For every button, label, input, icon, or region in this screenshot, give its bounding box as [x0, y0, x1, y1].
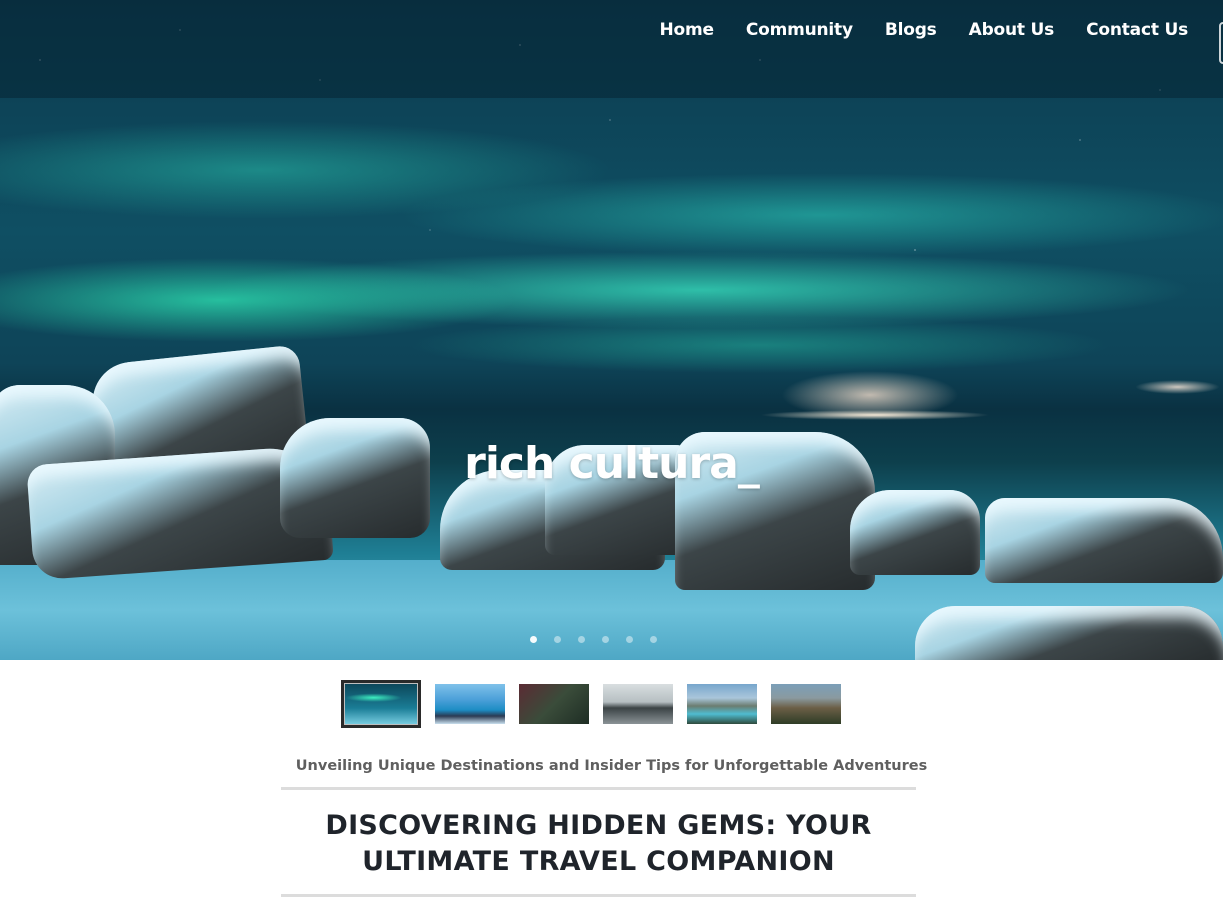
- nav-blogs[interactable]: Blogs: [885, 20, 937, 40]
- nav-contact-us[interactable]: Contact Us: [1086, 20, 1188, 40]
- snowy-rock: [850, 490, 980, 575]
- hero-caption: rich cultura_: [464, 438, 760, 489]
- black-sand-beach-thumbnail[interactable]: [603, 684, 673, 724]
- main-nav: Home Community Blogs About Us Contact Us: [659, 20, 1188, 40]
- headline-line-2: ULTIMATE TRAVEL COMPANION: [362, 846, 835, 877]
- divider-top: [281, 787, 916, 790]
- carousel-dot-4[interactable]: [602, 636, 609, 643]
- aurora-thumbnail[interactable]: [341, 680, 421, 728]
- menu-toggle-button[interactable]: [1219, 22, 1223, 64]
- carousel-dot-6[interactable]: [650, 636, 657, 643]
- hero-carousel: Home Community Blogs About Us Contact Us…: [0, 0, 1223, 660]
- mountain-lake-thumbnail[interactable]: [687, 684, 757, 724]
- horizon-glow: [760, 410, 990, 420]
- forest-thumbnail[interactable]: [519, 684, 589, 724]
- carousel-thumbnails: [341, 680, 841, 728]
- snowy-rock: [915, 606, 1223, 660]
- header-band: [0, 0, 1223, 98]
- page-headline: DISCOVERING HIDDEN GEMS: YOUR ULTIMATE T…: [281, 808, 916, 880]
- nav-community[interactable]: Community: [746, 20, 853, 40]
- tagline: Unveiling Unique Destinations and Inside…: [295, 758, 928, 774]
- headline-line-1: DISCOVERING HIDDEN GEMS: YOUR: [325, 810, 872, 841]
- nav-home[interactable]: Home: [659, 20, 714, 40]
- tropical-pool-thumbnail[interactable]: [435, 684, 505, 724]
- snowy-rock: [985, 498, 1223, 583]
- nav-about-us[interactable]: About Us: [969, 20, 1055, 40]
- carousel-dot-3[interactable]: [578, 636, 585, 643]
- mountain-valley-thumbnail[interactable]: [771, 684, 841, 724]
- carousel-dot-2[interactable]: [554, 636, 561, 643]
- carousel-dot-5[interactable]: [626, 636, 633, 643]
- divider-bottom: [281, 894, 916, 897]
- carousel-dot-1[interactable]: [530, 636, 537, 643]
- carousel-indicators: [530, 636, 657, 643]
- distant-lights: [1135, 380, 1220, 394]
